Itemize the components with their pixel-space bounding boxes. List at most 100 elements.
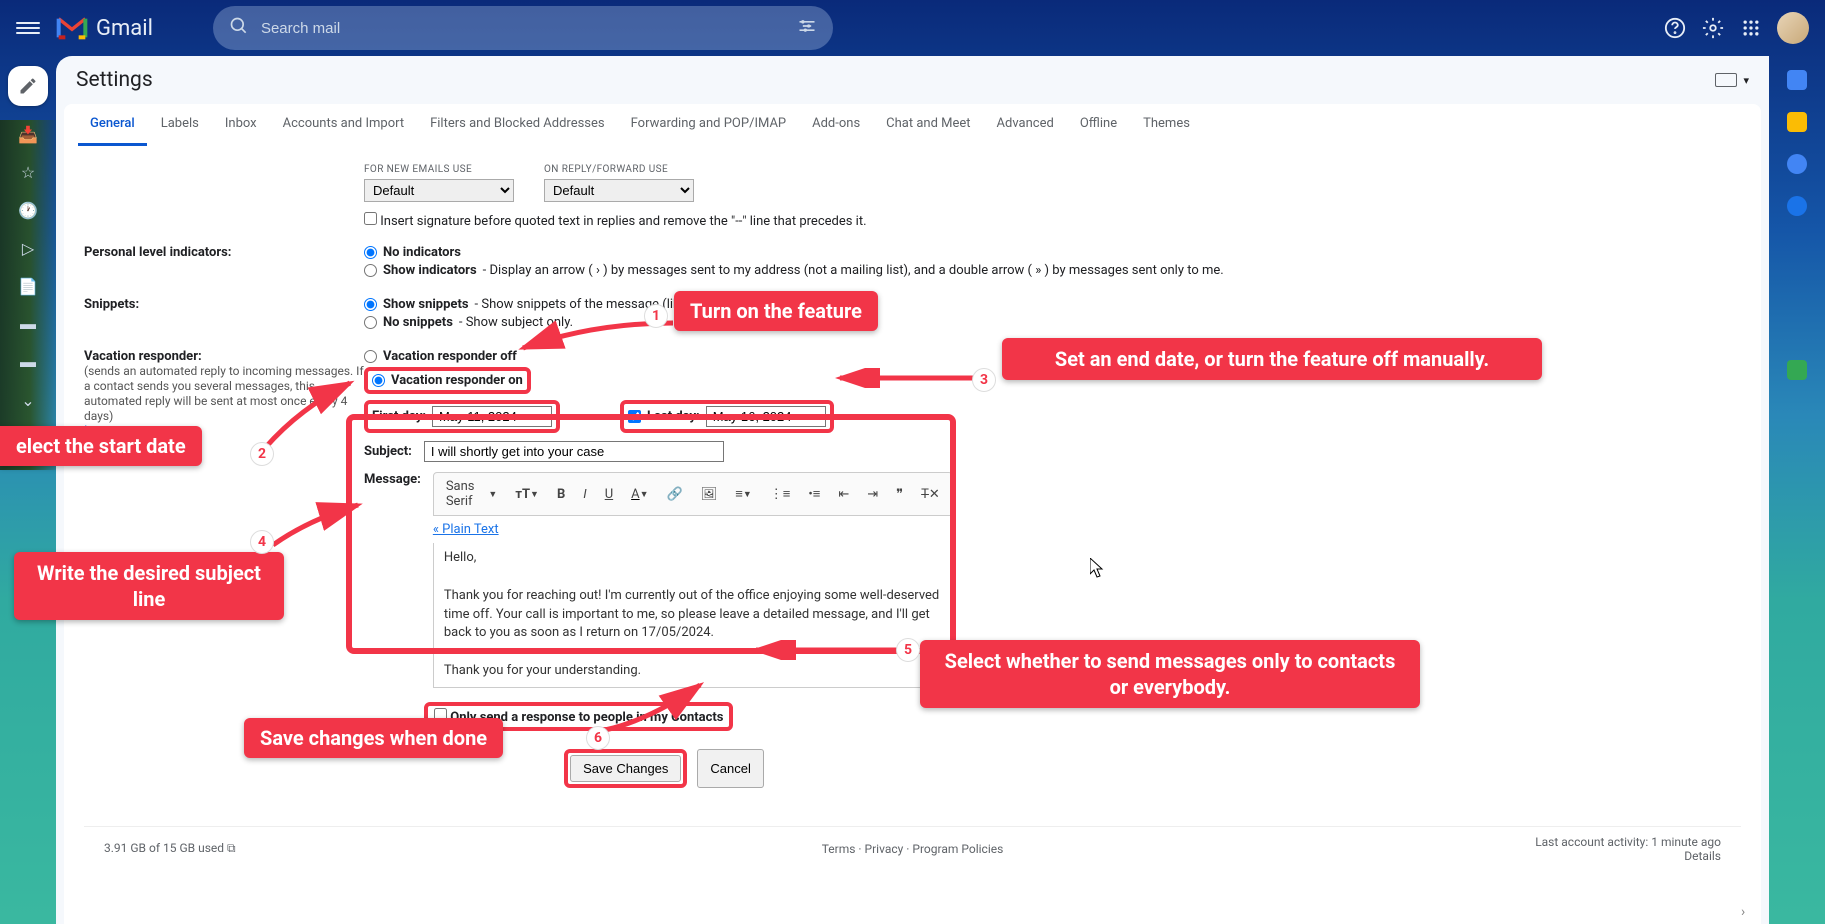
input-tools-icon[interactable] <box>1715 73 1737 87</box>
annotation-4: Write the desired subject line <box>14 552 284 620</box>
tasks-icon[interactable] <box>1787 154 1807 174</box>
tab-addons[interactable]: Add-ons <box>800 104 872 146</box>
sig-new-select[interactable]: Default <box>364 179 514 202</box>
app-header: Gmail <box>0 0 1825 56</box>
storage-text: 3.91 GB of 15 GB used <box>104 841 224 855</box>
drafts-icon[interactable]: 📄 <box>18 276 38 296</box>
annotation-num-3: 3 <box>972 368 996 392</box>
vacation-on-radio[interactable] <box>372 374 385 387</box>
quote-icon[interactable]: ❞ <box>892 485 907 504</box>
cancel-button[interactable]: Cancel <box>697 749 763 788</box>
link-icon[interactable]: 🔗 <box>663 485 687 504</box>
more-icon[interactable]: ⌄ <box>18 390 38 410</box>
calendar-icon[interactable] <box>1787 70 1807 90</box>
snoozed-icon[interactable]: 🕐 <box>18 200 38 220</box>
gmail-icon <box>56 16 88 40</box>
snippets-no-radio[interactable] <box>364 316 377 329</box>
tab-inbox[interactable]: Inbox <box>213 104 269 146</box>
terms-link[interactable]: Terms <box>822 842 856 856</box>
right-rail <box>1769 56 1825 380</box>
bold-icon[interactable]: B <box>553 485 569 504</box>
sig-reply-select[interactable]: Default <box>544 179 694 202</box>
details-link[interactable]: Details <box>1684 849 1721 863</box>
vacation-desc: (sends an automated reply to incoming me… <box>84 364 364 423</box>
annotation-6: Save changes when done <box>244 718 503 758</box>
privacy-link[interactable]: Privacy <box>865 842 904 856</box>
starred-icon[interactable]: ☆ <box>18 162 38 182</box>
label-2-icon[interactable]: ▬ <box>18 352 38 372</box>
subject-label: Subject: <box>364 444 412 459</box>
main-menu-icon[interactable] <box>16 16 40 40</box>
last-day-input[interactable] <box>706 406 826 427</box>
search-input[interactable] <box>261 20 797 37</box>
sig-reply-label: ON REPLY/FORWARD USE <box>544 164 694 175</box>
addon-icon[interactable] <box>1787 360 1807 380</box>
header-icons <box>1663 12 1809 44</box>
keep-icon[interactable] <box>1787 112 1807 132</box>
label-1-icon[interactable]: ▬ <box>18 314 38 334</box>
inbox-icon[interactable]: 📥 <box>18 124 38 144</box>
save-button[interactable]: Save Changes <box>570 755 681 782</box>
tab-themes[interactable]: Themes <box>1131 104 1202 146</box>
tab-accounts[interactable]: Accounts and Import <box>271 104 416 146</box>
gear-icon[interactable] <box>1701 16 1725 40</box>
sent-icon[interactable]: ▷ <box>18 238 38 258</box>
annotation-num-5: 5 <box>896 638 920 662</box>
page-title: Settings <box>76 68 153 92</box>
tab-offline[interactable]: Offline <box>1068 104 1129 146</box>
align-icon[interactable]: ≡ ▼ <box>731 484 756 504</box>
text-color-icon[interactable]: A ▼ <box>627 485 652 504</box>
font-size-icon[interactable]: тT ▼ <box>511 485 543 504</box>
gmail-text: Gmail <box>96 16 153 41</box>
contacts-icon[interactable] <box>1787 196 1807 216</box>
snippets-show-radio[interactable] <box>364 298 377 311</box>
remove-format-icon[interactable]: T✕ <box>917 485 944 504</box>
compose-button[interactable] <box>8 66 48 106</box>
numbered-list-icon[interactable]: ⋮≡ <box>766 484 795 504</box>
bulleted-list-icon[interactable]: •≡ <box>804 484 824 504</box>
image-icon[interactable]: 🖼 <box>697 485 722 504</box>
sig-insert-checkbox[interactable] <box>364 212 377 225</box>
settings-body: FOR NEW EMAILS USE Default ON REPLY/FORW… <box>64 146 1761 924</box>
help-icon[interactable] <box>1663 16 1687 40</box>
font-family-select[interactable]: Sans Serif ▼ <box>442 477 502 511</box>
indent-less-icon[interactable]: ⇤ <box>834 485 853 504</box>
settings-header: Settings ▾ <box>56 56 1769 104</box>
annotation-num-6: 6 <box>586 726 610 750</box>
plain-text-link[interactable]: « Plain Text <box>433 522 499 537</box>
message-editor[interactable]: Hello, Thank you for reaching out! I'm c… <box>433 543 953 688</box>
activity-text: Last account activity: 1 minute ago <box>1535 835 1721 849</box>
indicators-no-radio[interactable] <box>364 246 377 259</box>
tab-general[interactable]: General <box>78 104 147 146</box>
italic-icon[interactable]: I <box>579 485 590 504</box>
open-icon[interactable]: ⧉ <box>227 841 236 855</box>
vacation-off-radio[interactable] <box>364 350 377 363</box>
gmail-logo[interactable]: Gmail <box>56 16 153 41</box>
apps-icon[interactable] <box>1739 16 1763 40</box>
annotation-3: Set an end date, or turn the feature off… <box>1002 338 1542 380</box>
tab-chat[interactable]: Chat and Meet <box>874 104 982 146</box>
tab-advanced[interactable]: Advanced <box>985 104 1066 146</box>
search-box[interactable] <box>213 6 833 50</box>
tab-filters[interactable]: Filters and Blocked Addresses <box>418 104 617 146</box>
search-icon <box>229 16 249 40</box>
annotation-2: elect the start date <box>0 426 202 466</box>
scroll-right-icon[interactable]: › <box>1741 904 1759 922</box>
tab-labels[interactable]: Labels <box>149 104 211 146</box>
annotation-num-2: 2 <box>250 442 274 466</box>
last-day-checkbox[interactable] <box>628 410 641 423</box>
indicators-show-radio[interactable] <box>364 264 377 277</box>
sig-new-label: FOR NEW EMAILS USE <box>364 164 514 175</box>
underline-icon[interactable]: U <box>601 485 617 504</box>
cursor-icon <box>1090 558 1106 582</box>
msg-line-1: Hello, <box>444 549 942 568</box>
tab-forwarding[interactable]: Forwarding and POP/IMAP <box>619 104 799 146</box>
first-day-input[interactable] <box>432 406 552 427</box>
avatar[interactable] <box>1777 12 1809 44</box>
subject-input[interactable] <box>424 441 724 462</box>
sig-insert-label[interactable]: Insert signature before quoted text in r… <box>364 214 867 229</box>
chevron-down-icon[interactable]: ▾ <box>1743 74 1749 87</box>
policies-link[interactable]: Program Policies <box>912 842 1003 856</box>
indent-more-icon[interactable]: ⇥ <box>863 485 882 504</box>
search-options-icon[interactable] <box>797 16 817 40</box>
